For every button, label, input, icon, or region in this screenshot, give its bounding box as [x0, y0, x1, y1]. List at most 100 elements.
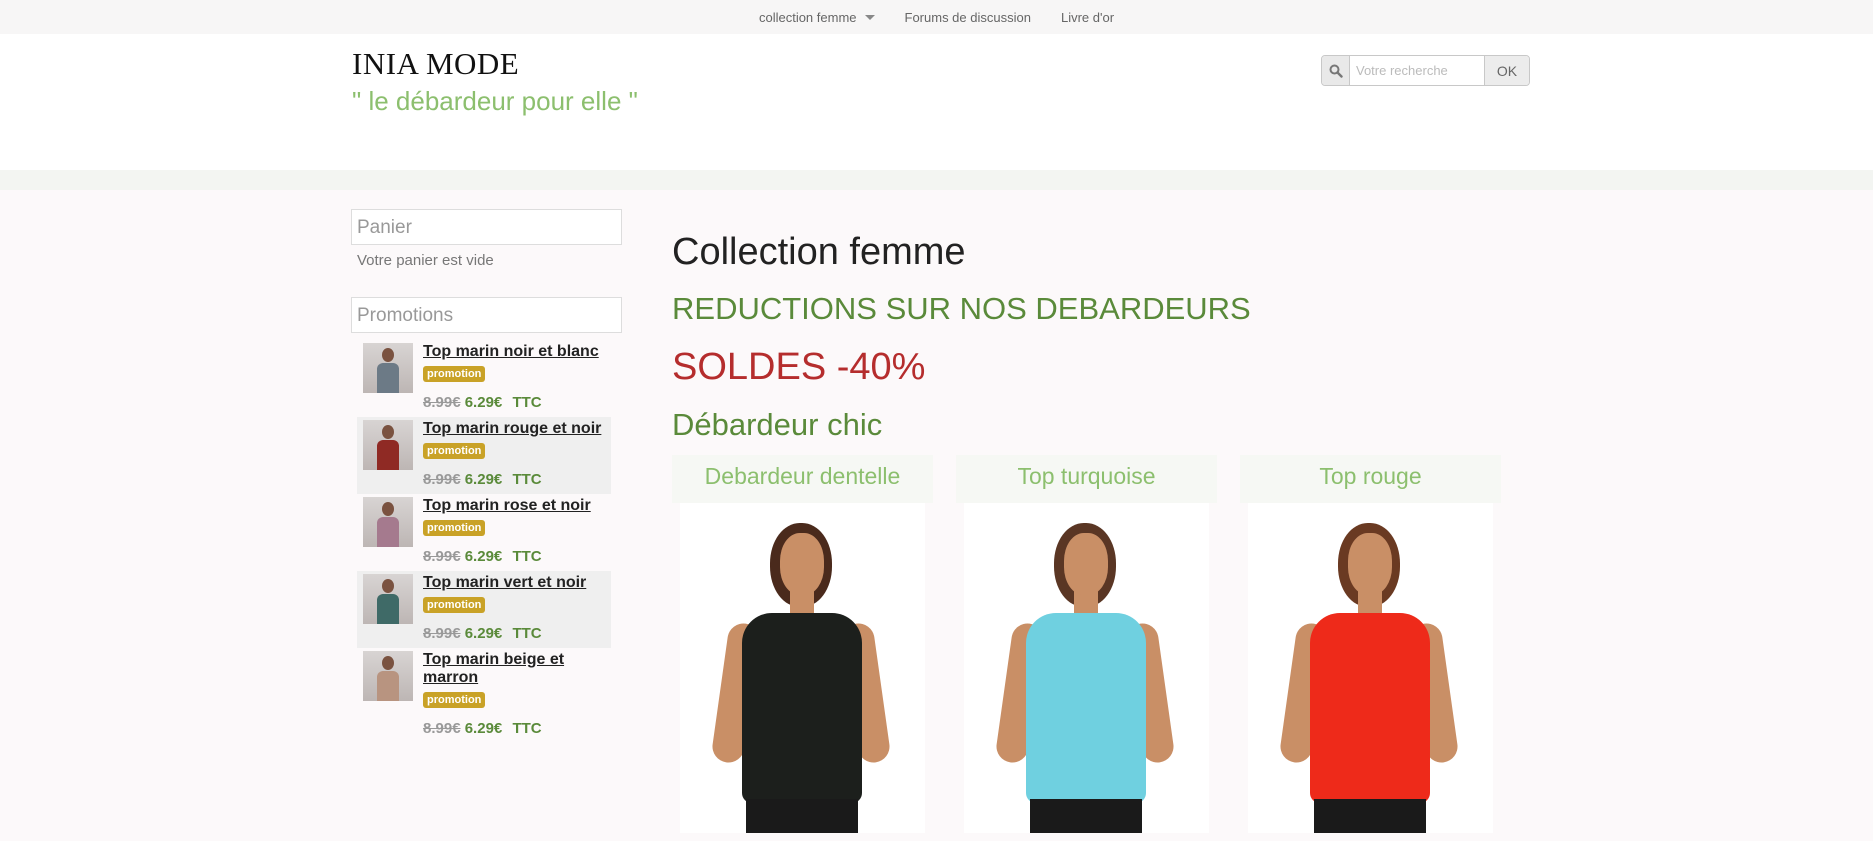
promotion-badge: promotion — [423, 366, 486, 382]
tax-label: TTC — [512, 548, 542, 565]
nav-item-forums[interactable]: Forums de discussion — [905, 10, 1031, 25]
nav-item-label: collection femme — [758, 9, 857, 25]
promo-item: Top marin beige et marron promotion 8.99… — [357, 648, 611, 743]
tax-label: TTC — [512, 625, 542, 642]
site-title[interactable]: INIA MODE — [352, 46, 519, 82]
promo-item: Top marin noir et blanc promotion 8.99€ … — [357, 340, 611, 417]
thumbnail-top — [377, 671, 399, 701]
tax-label: TTC — [512, 471, 542, 488]
promo-product-link[interactable]: Top marin rose et noir — [423, 497, 605, 515]
product-thumbnail[interactable] — [363, 497, 413, 547]
product-name-link[interactable]: Top turquoise — [956, 455, 1217, 503]
price-line: 8.99€ 6.29€ TTC — [423, 625, 605, 642]
thumbnail-top — [377, 363, 399, 393]
new-price: 6.29€ — [464, 471, 503, 488]
promo-product-link[interactable]: Top marin beige et marron — [423, 651, 605, 687]
product-name-link[interactable]: Top rouge — [1240, 455, 1501, 503]
model-bottom — [1030, 799, 1142, 833]
old-price: 8.99€ — [423, 548, 461, 565]
promo-product-link[interactable]: Top marin vert et noir — [423, 574, 605, 592]
search-button[interactable]: OK — [1484, 56, 1529, 85]
thumbnail-head — [382, 502, 394, 516]
old-price: 8.99€ — [423, 394, 461, 411]
cart-title: Panier — [351, 209, 622, 245]
thumbnail-head — [382, 579, 394, 593]
search-icon — [1322, 56, 1350, 85]
product-thumbnail[interactable] — [363, 420, 413, 470]
thumbnail-head — [382, 656, 394, 670]
model-face — [1064, 533, 1108, 595]
promo-info: Top marin beige et marron promotion 8.99… — [423, 651, 605, 737]
product-card: Debardeur dentelle — [672, 455, 933, 833]
nav-item-label: Forums de discussion — [904, 9, 1031, 25]
search-form: OK — [1321, 55, 1530, 86]
promo-item: Top marin rose et noir promotion 8.99€ 6… — [357, 494, 611, 571]
price-line: 8.99€ 6.29€ TTC — [423, 394, 605, 411]
nav-item-collection-femme[interactable]: collection femme — [759, 10, 875, 25]
cart-empty-text: Votre panier est vide — [357, 252, 494, 269]
product-thumbnail[interactable] — [363, 651, 413, 701]
thumbnail-top — [377, 594, 399, 624]
new-price: 6.29€ — [464, 548, 503, 565]
product-grid: Debardeur dentelle Top turquoise Top rou… — [672, 455, 1532, 833]
tax-label: TTC — [512, 720, 542, 737]
promo-item: Top marin rouge et noir promotion 8.99€ … — [357, 417, 611, 494]
thumbnail-top — [377, 517, 399, 547]
tax-label: TTC — [512, 394, 542, 411]
promo-product-link[interactable]: Top marin noir et blanc — [423, 343, 605, 361]
model-face — [780, 533, 824, 595]
caret-down-icon — [864, 14, 875, 20]
model-top — [742, 613, 862, 803]
product-image[interactable] — [964, 503, 1209, 833]
old-price: 8.99€ — [423, 720, 461, 737]
promo-item: Top marin vert et noir promotion 8.99€ 6… — [357, 571, 611, 648]
product-card: Top rouge — [1240, 455, 1501, 833]
price-line: 8.99€ 6.29€ TTC — [423, 471, 605, 488]
price-line: 8.99€ 6.29€ TTC — [423, 720, 605, 737]
price-line: 8.99€ 6.29€ TTC — [423, 548, 605, 565]
promo-info: Top marin noir et blanc promotion 8.99€ … — [423, 343, 605, 411]
promotions-title: Promotions — [351, 297, 622, 333]
main-content: Collection femme REDUCTIONS SUR NOS DEBA… — [672, 225, 1532, 833]
page-title: Collection femme — [672, 231, 966, 273]
promo-info: Top marin rose et noir promotion 8.99€ 6… — [423, 497, 605, 565]
promo-product-link[interactable]: Top marin rouge et noir — [423, 420, 605, 438]
reductions-heading: REDUCTIONS SUR NOS DEBARDEURS — [672, 291, 1251, 326]
thumbnail-head — [382, 425, 394, 439]
header-divider-band — [0, 170, 1873, 190]
model-bottom — [746, 799, 858, 833]
nav-item-livre-dor[interactable]: Livre d'or — [1061, 10, 1114, 25]
site-tagline: " le débardeur pour elle " — [352, 86, 638, 116]
promo-info: Top marin rouge et noir promotion 8.99€ … — [423, 420, 605, 488]
model-top — [1310, 613, 1430, 803]
promotion-badge: promotion — [423, 443, 486, 459]
soldes-heading: SOLDES -40% — [672, 346, 926, 388]
nav-item-label: Livre d'or — [1060, 9, 1115, 25]
product-image[interactable] — [680, 503, 925, 833]
model-face — [1348, 533, 1392, 595]
thumbnail-head — [382, 348, 394, 362]
old-price: 8.99€ — [423, 625, 461, 642]
search-input[interactable] — [1350, 56, 1484, 85]
new-price: 6.29€ — [464, 720, 503, 737]
new-price: 6.29€ — [464, 394, 503, 411]
section-heading: Débardeur chic — [672, 407, 883, 442]
promotion-badge: promotion — [423, 520, 486, 536]
model-bottom — [1314, 799, 1426, 833]
product-thumbnail[interactable] — [363, 574, 413, 624]
product-card: Top turquoise — [956, 455, 1217, 833]
thumbnail-top — [377, 440, 399, 470]
product-image[interactable] — [1248, 503, 1493, 833]
promotion-badge: promotion — [423, 692, 486, 708]
product-thumbnail[interactable] — [363, 343, 413, 393]
top-navigation: collection femme Forums de discussion Li… — [0, 0, 1873, 34]
old-price: 8.99€ — [423, 471, 461, 488]
model-top — [1026, 613, 1146, 803]
promotion-badge: promotion — [423, 597, 486, 613]
sidebar: Panier Votre panier est vide Promotions … — [351, 209, 623, 743]
promotions-list: Top marin noir et blanc promotion 8.99€ … — [351, 340, 623, 743]
product-name-link[interactable]: Debardeur dentelle — [672, 455, 933, 503]
new-price: 6.29€ — [464, 625, 503, 642]
site-header: INIA MODE " le débardeur pour elle " OK — [0, 34, 1873, 170]
promo-info: Top marin vert et noir promotion 8.99€ 6… — [423, 574, 605, 642]
